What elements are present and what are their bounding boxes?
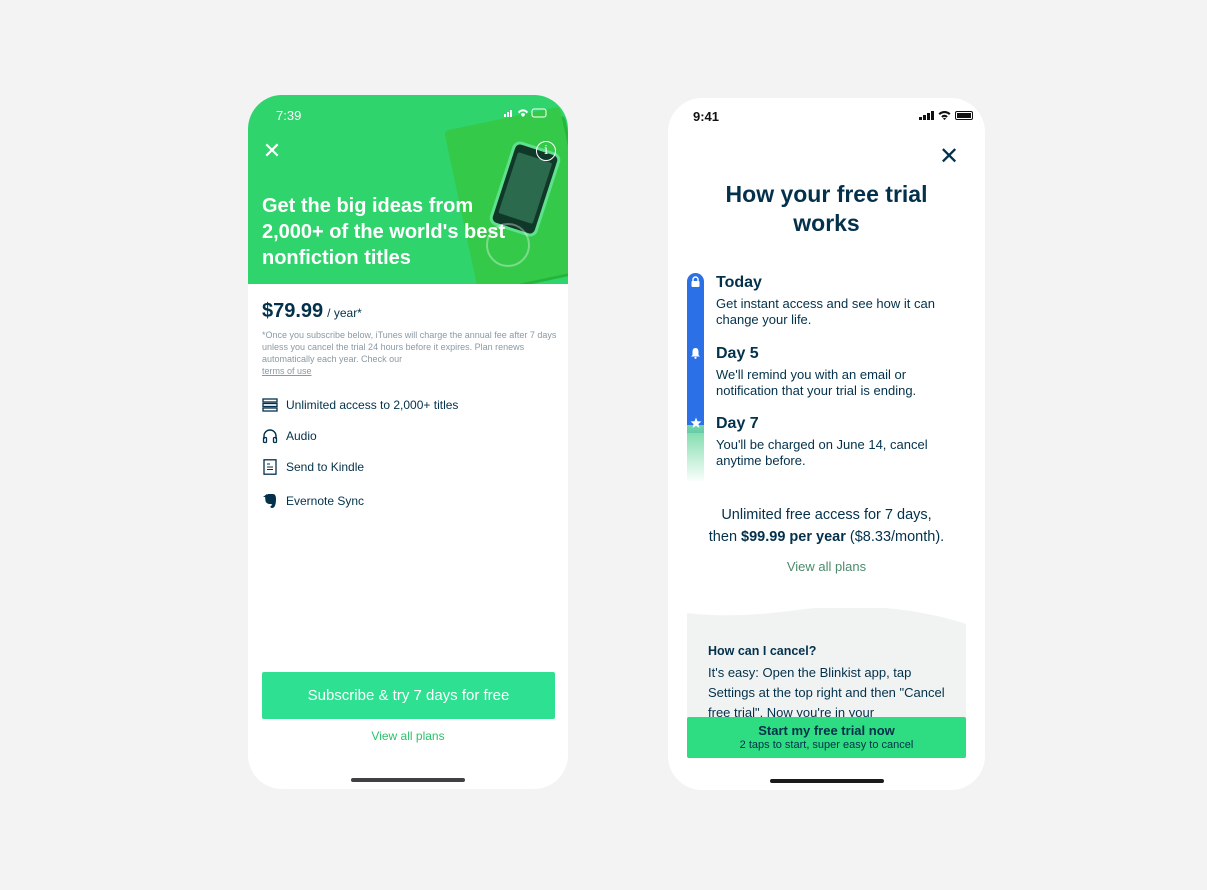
step-heading: Day 5 — [716, 345, 759, 362]
summary-price: $99.99 per year — [741, 529, 846, 545]
timeline-step: Day 7 You'll be charged on June 14, canc… — [716, 415, 966, 469]
summary-line: Unlimited free access for 7 days, — [721, 507, 932, 523]
close-icon[interactable]: ✕ — [260, 139, 284, 163]
phone-trial-screen: 9:41 ✕ How your free trial works Today G… — [668, 98, 985, 790]
feature-item: Send to Kindle — [262, 457, 364, 477]
feature-label: Evernote Sync — [286, 494, 365, 508]
signal-wifi-battery-icon — [504, 108, 547, 118]
start-trial-title: Start my free trial now — [758, 723, 895, 738]
step-description: Get instant access and see how it can ch… — [716, 296, 935, 327]
price-period: / year* — [327, 306, 362, 320]
wave-divider — [687, 608, 966, 624]
timeline-step: Day 5 We'll remind you with an email or … — [716, 345, 966, 399]
star-icon — [689, 417, 702, 430]
feature-label: Send to Kindle — [286, 460, 365, 474]
step-description: We'll remind you with an email or notifi… — [716, 367, 917, 398]
step-description: You'll be charged on June 14, cancel any… — [716, 437, 928, 468]
fine-print-text: *Once you subscribe below, iTunes will c… — [262, 330, 557, 364]
signal-icon — [919, 110, 934, 120]
trial-timeline — [687, 273, 704, 483]
timeline-fade — [687, 425, 704, 483]
wifi-icon — [938, 111, 951, 120]
headline: Get the big ideas from 2,000+ of the wor… — [262, 195, 506, 269]
home-indicator[interactable] — [351, 778, 465, 782]
status-time: 7:39 — [276, 108, 302, 123]
battery-icon — [955, 110, 973, 120]
status-icons — [919, 110, 973, 120]
home-indicator[interactable] — [769, 779, 884, 783]
summary-monthly: ($8.33/month). — [849, 529, 945, 545]
price-amount: $79.99 — [262, 300, 324, 322]
faq-answer: It's easy: Open the Blinkist app, tap Se… — [708, 665, 945, 718]
hero-banner: 7:39 ✕ i Get the big ideas from 2,000+ o… — [248, 95, 568, 284]
price: $79.99/ year* — [262, 300, 362, 323]
subscribe-button[interactable]: Subscribe & try 7 days for free — [262, 672, 555, 719]
status-icons — [504, 108, 548, 121]
view-all-plans-link[interactable]: View all plans — [668, 559, 985, 574]
price-summary: Unlimited free access for 7 days, then $… — [668, 504, 985, 548]
close-icon[interactable]: ✕ — [937, 145, 961, 169]
lock-icon — [689, 276, 702, 289]
info-icon[interactable]: i — [536, 141, 556, 161]
feature-label: Unlimited access to 2,000+ titles — [286, 398, 459, 412]
page-title: How your free trial works — [725, 181, 928, 236]
books-icon — [262, 397, 278, 413]
feature-item: Audio — [262, 426, 317, 446]
kindle-icon — [262, 459, 278, 475]
evernote-icon — [262, 493, 278, 509]
summary-then: then — [708, 529, 738, 545]
headphones-icon — [262, 428, 278, 444]
view-all-plans-link[interactable]: View all plans — [248, 729, 568, 743]
cancel-faq: How can I cancel? It's easy: Open the Bl… — [687, 608, 966, 718]
feature-label: Audio — [286, 429, 317, 443]
fine-print: *Once you subscribe below, iTunes will c… — [262, 329, 558, 377]
timeline-step: Today Get instant access and see how it … — [716, 274, 966, 328]
start-trial-subtitle: 2 taps to start, super easy to cancel — [739, 739, 914, 751]
status-time: 9:41 — [693, 109, 720, 124]
feature-item: Evernote Sync — [262, 491, 364, 511]
feature-item: Unlimited access to 2,000+ titles — [262, 395, 458, 415]
step-heading: Day 7 — [716, 415, 759, 432]
bell-icon — [689, 347, 702, 360]
start-trial-button[interactable]: Start my free trial now 2 taps to start,… — [687, 717, 966, 758]
terms-link[interactable]: terms of use — [262, 365, 558, 377]
faq-question: How can I cancel? — [708, 644, 817, 658]
phone-subscribe-screen: 7:39 ✕ i Get the big ideas from 2,000+ o… — [248, 95, 568, 789]
step-heading: Today — [716, 274, 762, 291]
